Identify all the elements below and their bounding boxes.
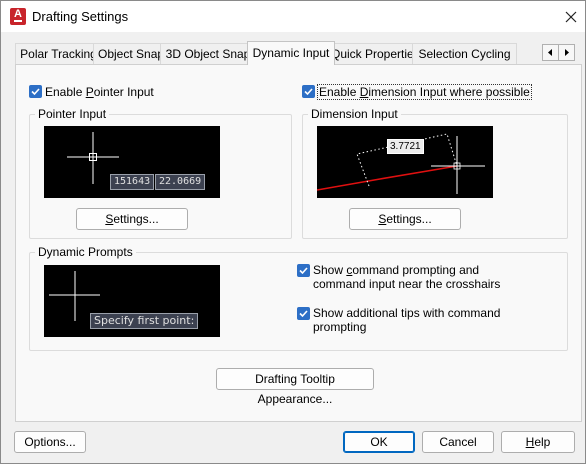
close-icon[interactable]: [561, 7, 581, 27]
dynamic-prompts-preview: Specify first point:: [44, 265, 220, 337]
pointer-input-group-title: Pointer Input: [35, 107, 110, 121]
tab-scroll-right-button[interactable]: [558, 44, 575, 61]
show-command-prompting-label[interactable]: Show command prompting and command input …: [313, 263, 500, 291]
drafting-tooltip-appearance-button[interactable]: Drafting Tooltip Appearance...: [216, 368, 374, 406]
dimension-input-preview: 3.7721: [317, 126, 493, 198]
checkmark-icon: [304, 88, 313, 96]
app-icon-letter: A: [14, 8, 22, 20]
ok-button[interactable]: OK: [343, 431, 415, 453]
pointer-settings-button[interactable]: Settings...: [76, 208, 188, 230]
checkmark-icon: [31, 88, 40, 96]
tab-object-snap[interactable]: Object Snap: [93, 43, 169, 64]
tab-selection-cycling[interactable]: Selection Cycling: [412, 43, 517, 64]
drafting-settings-dialog: A Drafting Settings Polar Tracking Objec…: [0, 0, 586, 464]
pointer-input-preview: 151643 22.0669: [44, 126, 220, 198]
checkmark-icon: [299, 310, 308, 318]
checkmark-icon: [299, 267, 308, 275]
dimension-settings-button[interactable]: Settings...: [349, 208, 461, 230]
title-bar: A Drafting Settings: [1, 1, 585, 32]
dimension-value-field: 3.7721: [387, 139, 424, 154]
dimension-input-group-title: Dimension Input: [308, 107, 401, 121]
chevron-left-icon: [548, 49, 552, 56]
enable-dimension-input-checkbox[interactable]: [302, 85, 315, 98]
cancel-button[interactable]: Cancel: [422, 431, 494, 453]
show-command-prompting-checkbox[interactable]: [297, 264, 310, 277]
chevron-right-icon: [565, 49, 569, 56]
show-additional-tips-checkbox[interactable]: [297, 307, 310, 320]
tab-3d-object-snap[interactable]: 3D Object Snap: [160, 43, 256, 64]
pointer-coord-x: 151643: [110, 174, 155, 190]
window-title: Drafting Settings: [32, 9, 129, 24]
dynamic-prompts-group-title: Dynamic Prompts: [35, 245, 136, 259]
tab-scroll-left-button[interactable]: [542, 44, 559, 61]
enable-dimension-input-label[interactable]: Enable Dimension Input where possible: [317, 84, 532, 100]
tab-quick-properties[interactable]: Quick Properties: [326, 43, 421, 64]
help-button[interactable]: Help: [501, 431, 575, 453]
tab-dynamic-input[interactable]: Dynamic Input: [247, 41, 335, 65]
autocad-app-icon: A: [10, 8, 26, 25]
dynamic-prompt-text: Specify first point:: [90, 313, 199, 329]
enable-pointer-input-label[interactable]: Enable Pointer Input: [45, 85, 154, 99]
dimension-preview-graphic: [317, 133, 485, 194]
tab-polar-tracking[interactable]: Polar Tracking: [15, 43, 102, 64]
pointer-coord-y: 22.0669: [155, 174, 206, 190]
show-additional-tips-label[interactable]: Show additional tips with command prompti…: [313, 306, 500, 334]
enable-pointer-input-checkbox[interactable]: [29, 85, 42, 98]
options-button[interactable]: Options...: [14, 431, 86, 453]
